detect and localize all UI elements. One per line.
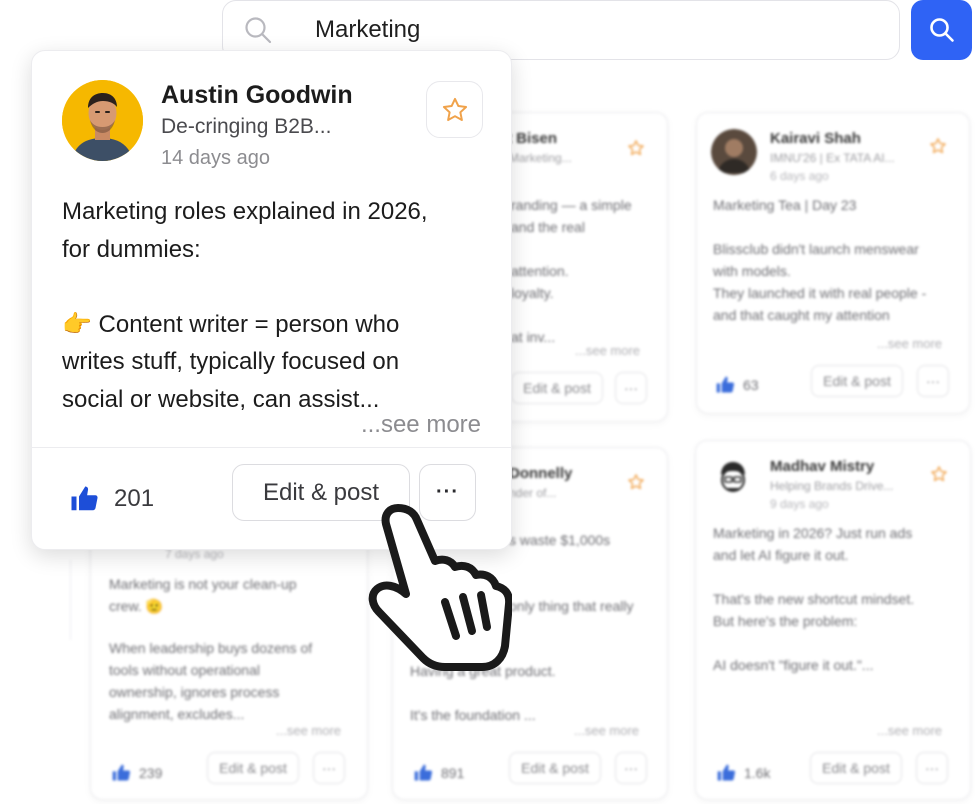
post-line: 👉 Content writer = person who (62, 310, 400, 338)
like-count[interactable]: 1.6k (716, 763, 770, 783)
author-headline: Marketing... (509, 151, 572, 165)
author-headline: IMNU'26 | Ex TATA AI... (770, 151, 895, 165)
post-line: only thing that really (509, 598, 634, 614)
post-card[interactable]: 7 days ago Marketing is not your clean-u… (90, 510, 368, 800)
see-more-link[interactable]: ...see more (877, 336, 942, 351)
like-count[interactable]: 239 (111, 763, 162, 783)
post-line: and the real (511, 219, 585, 235)
divider (70, 560, 71, 640)
post-line: crew. 🫡 (109, 598, 163, 614)
post-line: attention. (511, 263, 569, 279)
post-line: loyalty. (511, 285, 554, 301)
edit-post-button[interactable]: Edit & post (810, 752, 902, 784)
post-line: and that caught my attention (713, 307, 890, 323)
post-line (62, 268, 492, 306)
like-count[interactable]: 891 (413, 763, 464, 783)
edit-post-button[interactable]: Edit & post (509, 752, 601, 784)
see-more-link[interactable]: ...see more (575, 343, 640, 358)
thumbs-up-icon (112, 764, 131, 781)
edit-post-button[interactable]: Edit & post (811, 365, 903, 397)
more-options-button[interactable]: ··· (917, 365, 949, 397)
post-card[interactable]: Madhav Mistry Helping Brands Drive... 9 … (695, 440, 971, 800)
see-more-link[interactable]: ...see more (276, 723, 341, 738)
see-more-link[interactable]: ...see more (877, 723, 942, 738)
post-line: Marketing is not your clean-up (109, 576, 297, 592)
post-line (511, 304, 632, 326)
post-age: 14 days ago (161, 147, 270, 169)
see-more-link[interactable]: ...see more (361, 411, 481, 439)
more-options-button[interactable]: ··· (615, 752, 647, 784)
author-headline: nder of... (509, 486, 557, 500)
thumbs-up-icon (716, 376, 735, 393)
like-count-value: 201 (114, 485, 155, 512)
post-line: Blissclub didn't launch menswear (713, 241, 919, 257)
post-line: randing — a simple (511, 197, 632, 213)
post-line (713, 216, 926, 238)
post-line: But here's the problem: (713, 613, 858, 629)
post-line: They launched it with real people - (713, 285, 927, 301)
more-options-button[interactable]: ··· (313, 752, 345, 784)
post-line: Marketing in 2026? Just run ads (713, 525, 913, 541)
author-name: Madhav Mistry (770, 458, 875, 475)
post-line: Marketing Tea | Day 23 (713, 197, 857, 213)
thumbs-up-icon (71, 486, 98, 511)
like-count[interactable]: 201 (68, 484, 154, 514)
post-line: alignment, excludes... (109, 706, 245, 722)
post-line: Marketing roles explained in 2026, (62, 198, 428, 225)
favorite-button[interactable] (426, 81, 483, 138)
divider (32, 447, 511, 448)
post-line: When leadership buys dozens of (109, 640, 313, 656)
post-line: AI doesn't "figure it out."... (713, 657, 874, 673)
author-headline: De-cringing B2B... (161, 115, 332, 138)
avatar (711, 129, 757, 175)
like-count[interactable]: 63 (715, 375, 759, 395)
post-age: 6 days ago (770, 169, 829, 183)
more-options-button[interactable]: ··· (916, 752, 948, 784)
star-icon[interactable] (930, 465, 948, 483)
author-name[interactable]: Austin Goodwin (161, 81, 353, 110)
post-line (511, 238, 632, 260)
post-line: for dummies: (62, 235, 201, 263)
post-line: That's the new shortcut mindset. (713, 591, 915, 607)
post-line: s waste $1,000s (509, 532, 611, 548)
star-icon[interactable] (929, 137, 947, 155)
author-name: Kairavi Shah (770, 130, 861, 147)
post-line: writes stuff, typically focused on (62, 348, 400, 375)
post-line: with models. (713, 263, 791, 279)
author-name: t Bisen (507, 130, 558, 147)
more-options-button[interactable]: ··· (615, 372, 647, 404)
star-icon (442, 97, 467, 121)
post-card[interactable]: Kairavi Shah IMNU'26 | Ex TATA AI... 6 d… (696, 112, 970, 414)
post-line: It's the foundation ... (410, 707, 536, 723)
edit-post-button[interactable]: Edit & post (511, 372, 603, 404)
avatar (62, 80, 143, 161)
post-line: and let AI figure it out. (713, 547, 849, 563)
thumbs-up-icon (414, 764, 433, 781)
post-line (713, 632, 914, 654)
see-more-link[interactable]: ...see more (574, 723, 639, 738)
post-line: ownership, ignores process (109, 684, 280, 700)
post-text: Marketing roles explained in 2026, for d… (62, 193, 492, 418)
star-icon[interactable] (627, 473, 645, 491)
star-icon[interactable] (627, 139, 645, 157)
thumbs-up-icon (717, 764, 736, 781)
post-line (713, 566, 914, 588)
post-line: tools without operational (109, 662, 260, 678)
featured-post-card[interactable]: Austin Goodwin De-cringing B2B... 14 day… (31, 50, 512, 550)
hand-cursor-icon (368, 504, 512, 671)
avatar (710, 455, 756, 501)
post-line (109, 617, 312, 637)
author-name: Donnelly (509, 465, 573, 482)
edit-post-button[interactable]: Edit & post (207, 752, 299, 784)
author-headline: Helping Brands Drive... (770, 479, 894, 493)
post-age: 9 days ago (770, 497, 829, 511)
